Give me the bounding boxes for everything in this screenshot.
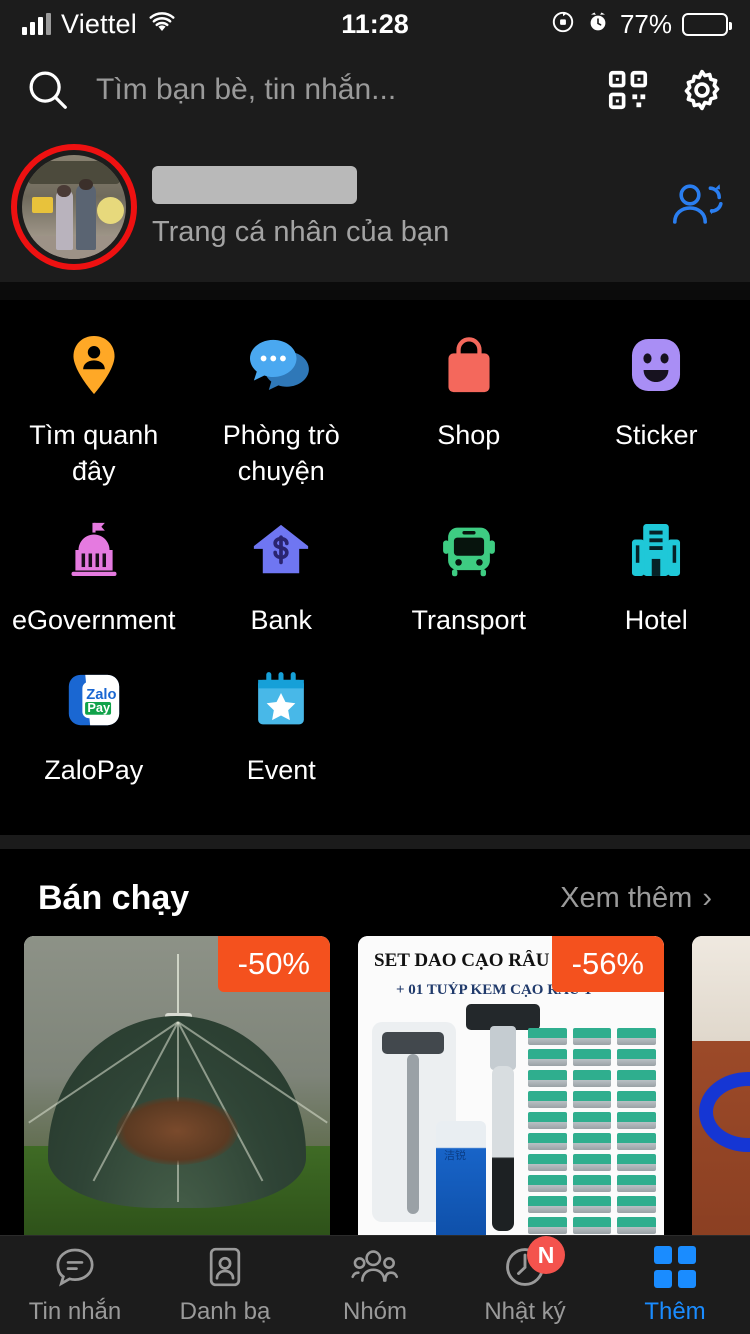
- carrier-label: Viettel: [61, 8, 137, 39]
- chat-bubble-icon: [51, 1244, 99, 1290]
- shortcut-tim-quanh-day[interactable]: Tìm quanh đây: [0, 328, 188, 513]
- alarm-clock-icon: [586, 10, 610, 39]
- bus-icon: [432, 513, 506, 587]
- rotation-lock-icon: [550, 9, 576, 40]
- nav-label: Danh bạ: [179, 1298, 271, 1325]
- product-image-blue-hose: [692, 935, 750, 1246]
- see-more-link[interactable]: Xem thêm ›: [560, 882, 712, 915]
- product-card[interactable]: -50%: [24, 935, 330, 1246]
- clock-icon: N: [501, 1236, 565, 1290]
- shortcut-grid: Tìm quanh đây Phòng trò chuyện Shop Stic…: [0, 300, 750, 835]
- shortcut-event[interactable]: Event: [188, 663, 376, 813]
- shortcut-label: Sticker: [614, 420, 698, 450]
- shortcut-label: Shop: [437, 420, 501, 450]
- shortcut-empty-1: [375, 663, 563, 813]
- profile-texts: Trang cá nhân của bạn: [152, 165, 450, 249]
- nav-item-tin-nhan[interactable]: Tin nhắn: [0, 1244, 150, 1326]
- shortcut-label: eGovernment: [11, 605, 176, 636]
- zalopay-logo-icon: Zalo Pay: [57, 663, 131, 737]
- search-icon[interactable]: [22, 64, 74, 116]
- notification-badge: N: [527, 1236, 565, 1274]
- section-band: [0, 834, 750, 849]
- shortcut-hotel[interactable]: Hotel: [563, 513, 750, 663]
- section-title: Bán chạy: [38, 878, 190, 917]
- profile-subtitle: Trang cá nhân của bạn: [152, 215, 450, 248]
- capitol-building-icon: [57, 513, 131, 587]
- shortcut-bank[interactable]: Bank: [188, 513, 376, 663]
- battery-percent-label: 77%: [619, 8, 672, 39]
- contact-card-icon: [201, 1244, 249, 1290]
- shortcut-phong-tro-chuyen[interactable]: Phòng trò chuyện: [188, 328, 376, 513]
- product-carousel[interactable]: -50% SET DAO CẠO RÂU KÈM 36 LƯỠI + 01 TU…: [0, 935, 750, 1246]
- discount-badge: -50%: [217, 935, 330, 992]
- svg-text:Pay: Pay: [87, 700, 111, 715]
- shortcut-shop[interactable]: Shop: [375, 328, 563, 513]
- nav-item-them[interactable]: Thêm: [600, 1244, 750, 1326]
- grid-squares-icon: [651, 1244, 699, 1290]
- profile-row[interactable]: Trang cá nhân của bạn: [0, 132, 750, 282]
- product-card[interactable]: [692, 935, 750, 1246]
- shortcut-label: Bank: [250, 605, 313, 636]
- wifi-icon: [147, 10, 177, 39]
- search-bar[interactable]: Tìm bạn bè, tin nhắn...: [0, 48, 750, 132]
- shortcut-empty-2: [563, 663, 750, 813]
- search-input[interactable]: Tìm bạn bè, tin nhắn...: [96, 73, 580, 107]
- shortcut-transport[interactable]: Transport: [375, 513, 563, 663]
- smiley-sticker-icon: [619, 328, 693, 402]
- qr-code-icon[interactable]: [602, 64, 654, 116]
- nav-item-nhat-ky[interactable]: N Nhật ký: [450, 1236, 600, 1326]
- status-bar-left: Viettel: [22, 9, 177, 40]
- nav-label: Thêm: [644, 1298, 706, 1325]
- nav-label: Nhóm: [342, 1298, 408, 1325]
- people-group-icon: [351, 1244, 399, 1290]
- chevron-right-icon: ›: [702, 881, 712, 914]
- shortcut-label: ZaloPay: [44, 754, 144, 785]
- gear-icon[interactable]: [676, 64, 728, 116]
- chat-bubbles-icon: [244, 328, 318, 402]
- bottom-navigation: Tin nhắn Danh bạ Nhóm N Nhật ký Thêm: [0, 1235, 750, 1334]
- hotel-building-icon: [619, 513, 693, 587]
- bank-dollar-house-icon: [244, 513, 318, 587]
- nav-label: Nhật ký: [484, 1298, 566, 1325]
- calendar-star-icon: [244, 663, 318, 737]
- add-friend-sync-icon[interactable]: [668, 177, 728, 238]
- avatar-wrapper[interactable]: [11, 144, 137, 270]
- shortcut-egovernment[interactable]: eGovernment: [0, 513, 188, 663]
- avatar[interactable]: [22, 155, 126, 259]
- shortcut-label: Event: [246, 754, 316, 785]
- shortcut-label: Hotel: [624, 605, 688, 636]
- profile-name-redacted: [152, 165, 357, 204]
- shortcut-row-3: Zalo Pay ZaloPay Event: [0, 663, 750, 813]
- shortcut-label: Transport: [411, 605, 527, 636]
- location-pin-person-icon: [57, 328, 131, 402]
- shortcut-row-1: Tìm quanh đây Phòng trò chuyện Shop Stic…: [0, 328, 750, 513]
- app-screen: Viettel 11:28 77% Tìm bạn bè, tin nhắn..…: [0, 0, 750, 1334]
- shortcut-row-2: eGovernment Bank Transport Hotel: [0, 513, 750, 663]
- shortcut-zalopay[interactable]: Zalo Pay ZaloPay: [0, 663, 188, 813]
- status-bar-right: 77%: [550, 8, 732, 40]
- see-more-label: Xem thêm: [560, 881, 693, 914]
- section-divider: [0, 282, 750, 300]
- search-placeholder: Tìm bạn bè, tin nhắn...: [96, 73, 397, 106]
- shortcut-label: Phòng trò chuyện: [222, 420, 340, 486]
- shortcut-sticker[interactable]: Sticker: [563, 328, 750, 513]
- battery-icon: [682, 12, 732, 36]
- product-card[interactable]: SET DAO CẠO RÂU KÈM 36 LƯỠI + 01 TUÝP KE…: [358, 935, 664, 1246]
- discount-badge: -56%: [551, 935, 664, 992]
- shortcut-label: Tìm quanh đây: [29, 420, 159, 486]
- status-bar: Viettel 11:28 77%: [0, 0, 750, 48]
- shopping-bag-icon: [432, 328, 506, 402]
- signal-bars-icon: [22, 13, 51, 35]
- nav-item-danh-ba[interactable]: Danh bạ: [150, 1244, 300, 1326]
- best-selling-header: Bán chạy Xem thêm ›: [0, 849, 750, 936]
- nav-item-nhom[interactable]: Nhóm: [300, 1244, 450, 1326]
- nav-label: Tin nhắn: [28, 1298, 122, 1325]
